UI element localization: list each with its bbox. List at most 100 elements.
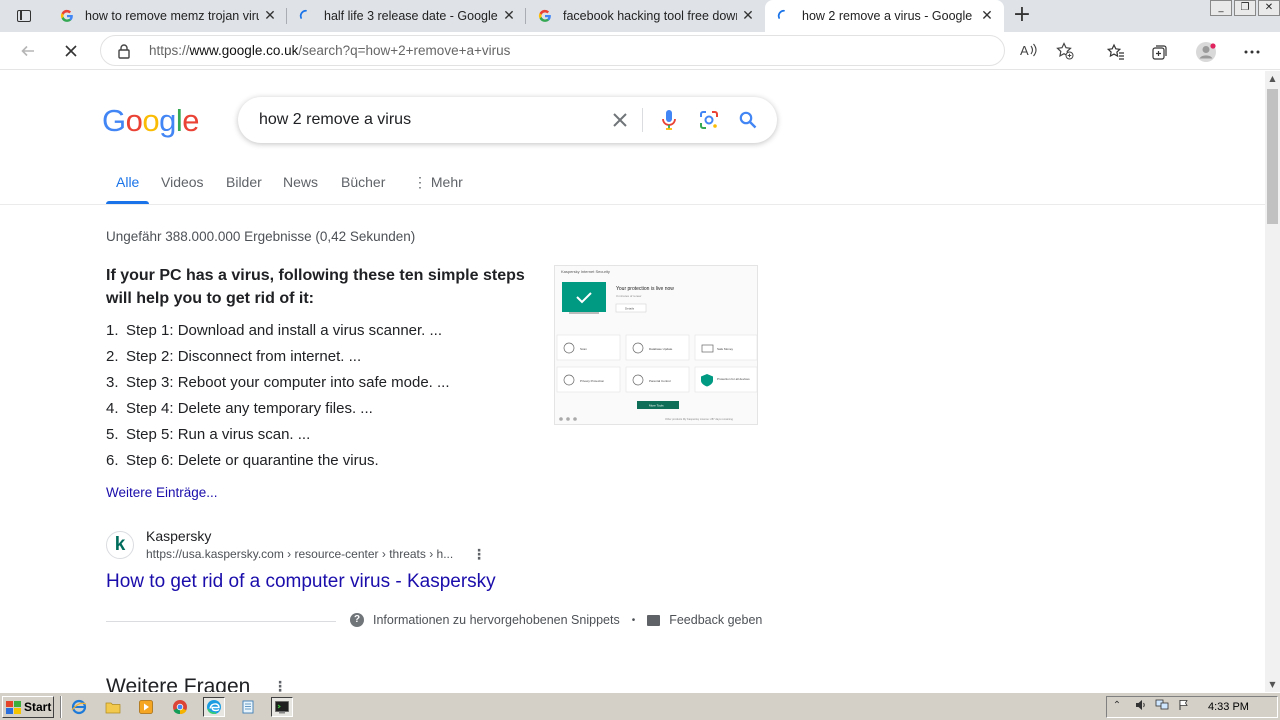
featured-snippet-heading: If your PC has a virus, following these … [106,267,525,307]
browser-tab-3[interactable]: facebook hacking tool free down ✕ [526,0,765,32]
scroll-down-arrow-icon[interactable]: ▼ [1265,677,1280,692]
tray-expand-arrow-icon[interactable]: ⌃ [1110,699,1124,713]
tab-videos[interactable]: Videos [161,174,204,190]
windows-flag-icon [6,700,21,714]
ie-launch-icon[interactable] [68,697,90,717]
tab-more-label: Mehr [430,174,463,190]
read-aloud-icon[interactable]: A [1020,42,1038,62]
tab-close-icon[interactable]: ✕ [737,8,759,24]
windows-taskbar: Start ⌃ 4:33 PM [0,692,1280,720]
edge-taskbar-button[interactable] [203,697,225,717]
google-results-page: Google how 2 remove a virus Alle Videos … [0,71,1265,692]
close-window-button[interactable]: ✕ [1258,0,1280,16]
browser-tab-4-active[interactable]: how 2 remove a virus - Google Su ✕ [765,0,1004,32]
kaspersky-screenshot-image[interactable]: Kaspersky Internet Security Your protect… [554,265,758,425]
lens-search-icon[interactable] [698,109,720,131]
browser-tab-strip: how to remove memz trojan viru ✕ half li… [0,0,1280,32]
list-item: 2. Step 2: Disconnect from internet. ... [106,348,362,365]
back-button[interactable] [14,38,42,64]
search-input[interactable]: how 2 remove a virus [259,111,411,129]
lock-icon[interactable] [117,43,131,59]
restore-button[interactable]: ❐ [1234,0,1256,16]
stop-x-icon [65,45,77,57]
loading-spinner-icon [776,8,792,24]
tab-images[interactable]: Bilder [226,174,262,190]
action-center-flag-icon[interactable] [1177,699,1191,713]
taskbar-separator [60,696,62,718]
scroll-up-arrow-icon[interactable]: ▲ [1265,71,1280,86]
kis-tile-label: Parental Control [649,379,671,383]
google-g-icon [59,8,75,24]
start-button[interactable]: Start [2,696,54,718]
more-entries-link[interactable]: Weitere Einträge... [106,485,218,500]
google-logo[interactable]: Google [102,103,200,139]
loading-spinner-icon [298,8,314,24]
active-tab-indicator [106,201,149,204]
more-questions-options-icon[interactable]: ⋮ [273,679,287,692]
svg-text:A: A [1020,43,1029,58]
tab-actions-menu-button[interactable] [8,4,40,28]
step-text: Step 6: Delete or quarantine the virus. [126,452,379,469]
tab-title: how to remove memz trojan viru [85,9,259,23]
browser-tab-2[interactable]: half life 3 release date - Google Su ✕ [287,0,526,32]
clear-search-icon[interactable] [609,109,631,131]
collections-icon[interactable] [1149,41,1171,63]
tab-close-icon[interactable]: ✕ [976,8,998,24]
search-submit-icon[interactable] [737,109,759,131]
result-site-name[interactable]: Kaspersky [146,528,211,544]
kis-tile-label: Database Update [649,347,673,351]
result-breadcrumb[interactable]: https://usa.kaspersky.com › resource-cen… [146,547,453,561]
kis-footer-links: Other products My Kaspersky License: 287… [665,417,733,421]
window-controls: _ ❐ ✕ [1210,0,1280,16]
divider [106,621,336,622]
kis-tile-label: Privacy Protection [580,379,605,383]
chrome-icon[interactable] [169,697,191,717]
voice-search-icon[interactable] [658,109,680,131]
step-text: Step 4: Delete any temporary files. ... [126,400,373,417]
minimize-button[interactable]: _ [1210,0,1232,16]
settings-more-icon[interactable] [1241,41,1263,63]
list-item: 6. Step 6: Delete or quarantine the virus… [106,452,379,469]
network-icon[interactable] [1155,699,1169,713]
kis-window-title: Kaspersky Internet Security [561,269,610,274]
media-player-icon[interactable] [135,697,157,717]
help-question-icon: ? [350,613,364,627]
system-clock[interactable]: 4:33 PM [1208,701,1249,713]
separator-dot: • [631,614,636,626]
feedback-link[interactable]: Feedback geben [669,613,762,627]
result-title-link[interactable]: How to get rid of a computer virus - Kas… [106,571,496,593]
terminal-taskbar-button[interactable] [271,697,293,717]
search-type-tabs: Alle Videos Bilder News Bücher ⋮ Mehr [0,171,1265,205]
tab-books[interactable]: Bücher [341,174,385,190]
speaker-icon[interactable] [1134,699,1148,713]
tab-all[interactable]: Alle [116,174,139,190]
tab-more[interactable]: ⋮ Mehr [413,174,463,191]
notepad-icon[interactable] [237,697,259,717]
tab-news[interactable]: News [283,174,318,190]
list-item: 5. Step 5: Run a virus scan. ... [106,426,311,443]
system-tray [1106,696,1278,718]
tab-close-icon[interactable]: ✕ [259,8,281,24]
kis-status-button: Details [625,307,635,311]
url-text[interactable]: https://www.google.co.uk/search?q=how+2+… [149,43,510,58]
scrollbar-thumb[interactable] [1267,89,1278,224]
add-favorite-icon[interactable] [1056,42,1074,64]
page-scrollbar[interactable]: ▲ ▼ [1265,71,1280,692]
snippet-info-link[interactable]: Informationen zu hervorgehobenen Snippet… [373,613,620,627]
new-tab-button[interactable]: + [1010,4,1034,28]
profile-avatar-icon[interactable] [1195,41,1217,63]
file-explorer-icon[interactable] [102,697,124,717]
more-vertical-dots-icon: ⋮ [413,174,431,190]
search-box[interactable]: how 2 remove a virus [238,97,777,143]
url-domain: www.google.co.uk [189,43,299,58]
browser-tab-1[interactable]: how to remove memz trojan viru ✕ [48,0,287,32]
result-more-options-icon[interactable]: ⋮ [472,547,486,563]
tab-close-icon[interactable]: ✕ [498,8,520,24]
kaspersky-favicon[interactable]: k [106,531,134,559]
address-bar[interactable]: https://www.google.co.uk/search?q=how+2+… [100,35,1074,66]
terminal-icon [275,701,289,714]
list-item: 4. Step 4: Delete any temporary files. ..… [106,400,373,417]
stop-loading-button[interactable] [57,38,85,64]
tab-title: half life 3 release date - Google Su [324,9,498,23]
favorites-icon[interactable] [1105,41,1127,63]
